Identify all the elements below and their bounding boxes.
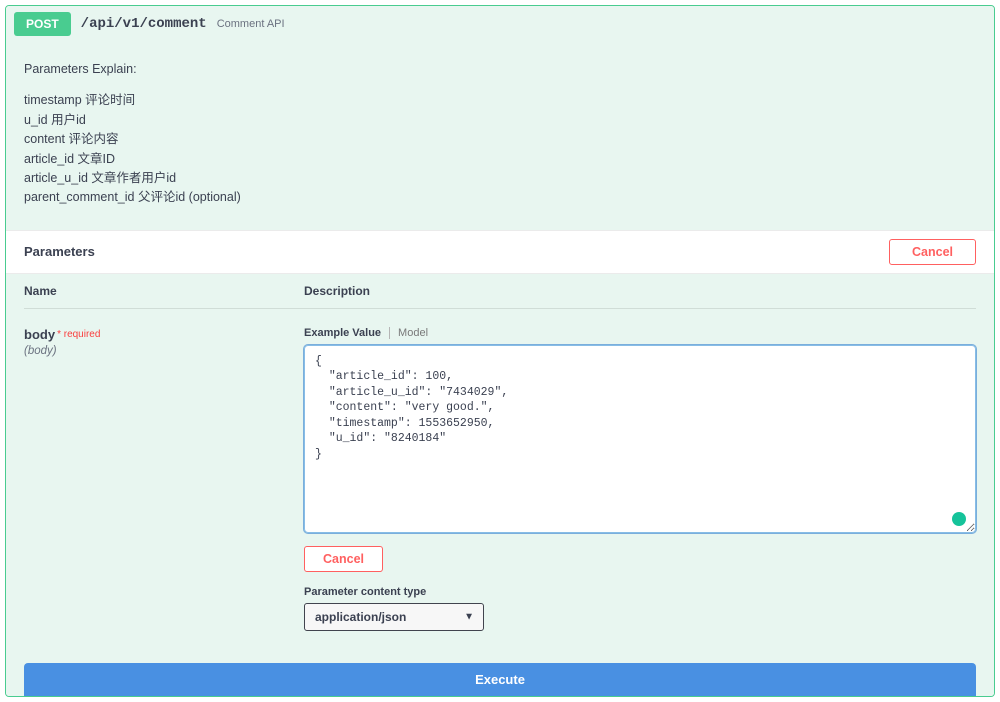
body-textarea-wrap [304,345,976,536]
parameters-body: Name Description body* required (body) E… [6,274,994,649]
tab-model[interactable]: Model [390,327,428,339]
parameter-row: body* required (body) Example ValueModel… [24,319,976,631]
parameter-name-col: body* required (body) [24,319,304,631]
content-type-select[interactable]: application/json [304,603,484,631]
content-type-label: Parameter content type [304,586,976,598]
body-cancel-button[interactable]: Cancel [304,546,383,572]
http-method-badge: POST [14,12,71,36]
model-tabs: Example ValueModel [304,327,976,339]
description-title: Parameters Explain: [24,60,976,79]
description-line: u_id 用户id [24,111,976,130]
description-line: article_u_id 文章作者用户id [24,169,976,188]
parameter-type: (body) [24,345,304,357]
parameters-bar: Parameters Cancel [6,230,994,274]
execute-bar: Execute [6,649,994,696]
content-type-select-wrap: application/json ▼ [304,603,484,631]
grammarly-icon[interactable] [952,512,966,526]
description-line: parent_comment_id 父评论id (optional) [24,188,976,207]
operation-header[interactable]: POST /api/v1/comment Comment API [6,6,994,42]
description-line: article_id 文章ID [24,150,976,169]
tab-example-value[interactable]: Example Value [304,327,390,339]
parameters-heading: Parameters [24,244,95,259]
column-name-header: Name [24,284,304,298]
description-line: timestamp 评论时间 [24,91,976,110]
parameters-columns-header: Name Description [24,274,976,309]
endpoint-path: /api/v1/comment [81,16,207,32]
parameter-name: body [24,327,55,342]
execute-button[interactable]: Execute [24,663,976,696]
api-operation-panel: POST /api/v1/comment Comment API Paramet… [5,5,995,697]
required-indicator: * required [57,329,100,340]
column-description-header: Description [304,284,976,298]
try-out-cancel-button[interactable]: Cancel [889,239,976,265]
endpoint-summary: Comment API [217,18,285,30]
description-block: Parameters Explain: timestamp 评论时间 u_id … [6,42,994,230]
body-textarea[interactable] [304,345,976,533]
parameter-description-col: Example ValueModel Cancel Parameter cont… [304,319,976,631]
description-line: content 评论内容 [24,130,976,149]
